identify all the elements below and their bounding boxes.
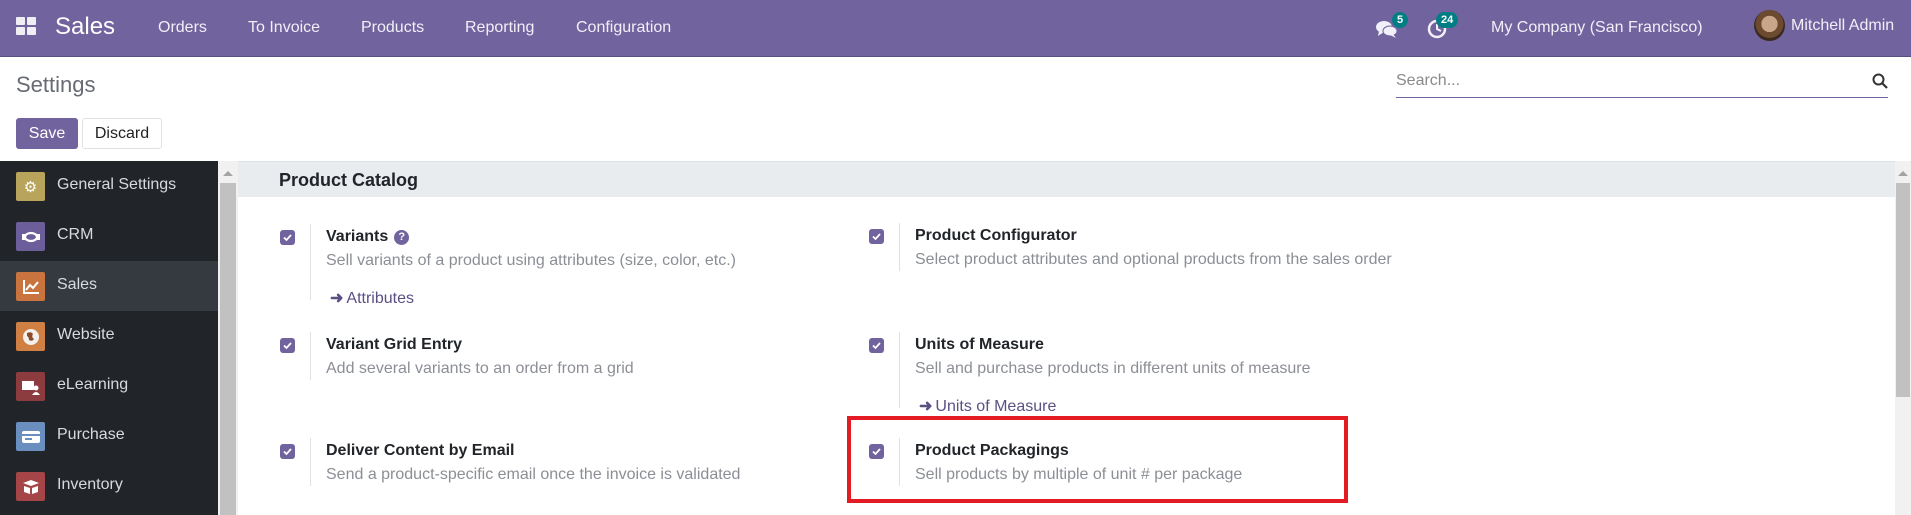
setting-title: Variant Grid Entry	[326, 336, 463, 353]
setting-variant-grid-entry: Variant Grid Entry Add several variants …	[280, 332, 840, 392]
globe-icon	[16, 322, 45, 351]
attributes-link[interactable]: ➜ Attributes	[330, 288, 414, 308]
scroll-up-arrow-icon[interactable]	[1898, 171, 1908, 176]
menu-to-invoice[interactable]: To Invoice	[248, 19, 320, 37]
search-icon[interactable]	[1872, 73, 1888, 89]
section-header: Product Catalog	[238, 161, 1895, 197]
content-scrollbar[interactable]	[1895, 161, 1911, 515]
units-of-measure-link[interactable]: ➜ Units of Measure	[919, 396, 1056, 416]
sidebar-item-website[interactable]: Website	[0, 311, 218, 361]
sidebar-scrollbar[interactable]	[218, 161, 238, 515]
sidebar-item-label: Website	[57, 326, 115, 343]
setting-title: Units of Measure	[915, 336, 1044, 353]
setting-product-configurator: Product Configurator Select product attr…	[869, 223, 1429, 283]
scroll-up-arrow-icon[interactable]	[223, 171, 233, 176]
check-icon	[283, 448, 292, 456]
section-title: Product Catalog	[279, 170, 419, 190]
search-input[interactable]	[1396, 67, 1836, 95]
divider	[310, 438, 311, 486]
sidebar-item-label: CRM	[57, 226, 94, 243]
link-label: Attributes	[346, 290, 414, 307]
menu-orders[interactable]: Orders	[158, 19, 207, 37]
units-of-measure-checkbox[interactable]	[869, 338, 884, 353]
highlight-box	[847, 416, 1348, 503]
elearning-icon	[16, 372, 45, 401]
scrollbar-thumb[interactable]	[1896, 183, 1910, 397]
gear-icon: ⚙	[16, 172, 45, 201]
help-icon[interactable]: ?	[394, 230, 410, 245]
link-label: Units of Measure	[935, 398, 1057, 415]
chart-line-icon	[16, 272, 45, 301]
setting-description: Add several variants to an order from a …	[326, 360, 634, 377]
discard-button[interactable]: Discard	[82, 118, 162, 149]
sidebar-item-inventory[interactable]: Inventory	[0, 461, 218, 511]
check-icon	[283, 234, 292, 242]
setting-variants: Variants? Sell variants of a product usi…	[280, 224, 840, 324]
app-menu-grid-icon[interactable]	[16, 17, 36, 35]
check-icon	[872, 342, 881, 350]
divider	[310, 332, 311, 380]
app-brand[interactable]: Sales	[55, 13, 115, 41]
box-icon	[16, 472, 45, 501]
sidebar-item-sales[interactable]: Sales	[0, 261, 218, 311]
sidebar-item-general-settings[interactable]: ⚙ General Settings	[0, 161, 218, 211]
save-button[interactable]: Save	[16, 118, 78, 149]
sidebar-item-purchase[interactable]: Purchase	[0, 411, 218, 461]
sidebar-item-crm[interactable]: CRM	[0, 211, 218, 261]
sidebar-item-label: Purchase	[57, 426, 125, 443]
menu-reporting[interactable]: Reporting	[465, 19, 534, 37]
sidebar-item-elearning[interactable]: eLearning	[0, 361, 218, 411]
page-title: Settings	[16, 72, 96, 97]
divider	[899, 332, 900, 408]
search-bar	[1396, 67, 1888, 98]
product-configurator-checkbox[interactable]	[869, 229, 884, 244]
user-menu[interactable]: Mitchell Admin	[1791, 17, 1894, 35]
setting-title-text: Variants	[326, 228, 389, 245]
handshake-icon	[16, 222, 45, 251]
sidebar-item-label: eLearning	[57, 376, 129, 393]
deliver-content-checkbox[interactable]	[280, 444, 295, 459]
menu-configuration[interactable]: Configuration	[576, 19, 671, 37]
arrow-right-icon: ➜	[919, 398, 933, 415]
activities-badge: 24	[1436, 12, 1459, 28]
credit-card-icon	[16, 422, 45, 451]
sidebar-item-label: Sales	[57, 276, 98, 293]
top-navbar: Sales Orders To Invoice Products Reporti…	[0, 0, 1911, 57]
setting-deliver-content-by-email: Deliver Content by Email Send a product-…	[280, 438, 840, 498]
messages-badge: 5	[1392, 12, 1409, 28]
setting-description: Select product attributes and optional p…	[915, 251, 1392, 268]
arrow-right-icon: ➜	[330, 290, 344, 307]
setting-description: Sell and purchase products in different …	[915, 360, 1311, 377]
user-avatar[interactable]	[1754, 10, 1785, 41]
variants-checkbox[interactable]	[280, 230, 295, 245]
sidebar-item-label: Inventory	[57, 476, 123, 493]
settings-sidebar: ⚙ General Settings CRM Sales Website eLe…	[0, 161, 218, 515]
check-icon	[872, 233, 881, 241]
check-icon	[283, 342, 292, 350]
divider	[899, 223, 900, 271]
setting-description: Send a product-specific email once the i…	[326, 466, 741, 483]
setting-description: Sell variants of a product using attribu…	[326, 252, 736, 269]
divider	[310, 224, 311, 300]
setting-title: Product Configurator	[915, 227, 1077, 244]
scrollbar-thumb[interactable]	[220, 183, 236, 515]
variant-grid-entry-checkbox[interactable]	[280, 338, 295, 353]
setting-title: Variants?	[326, 228, 410, 246]
menu-products[interactable]: Products	[361, 19, 424, 37]
company-switcher[interactable]: My Company (San Francisco)	[1491, 19, 1703, 37]
sidebar-item-label: General Settings	[57, 176, 177, 193]
setting-title: Deliver Content by Email	[326, 442, 515, 459]
